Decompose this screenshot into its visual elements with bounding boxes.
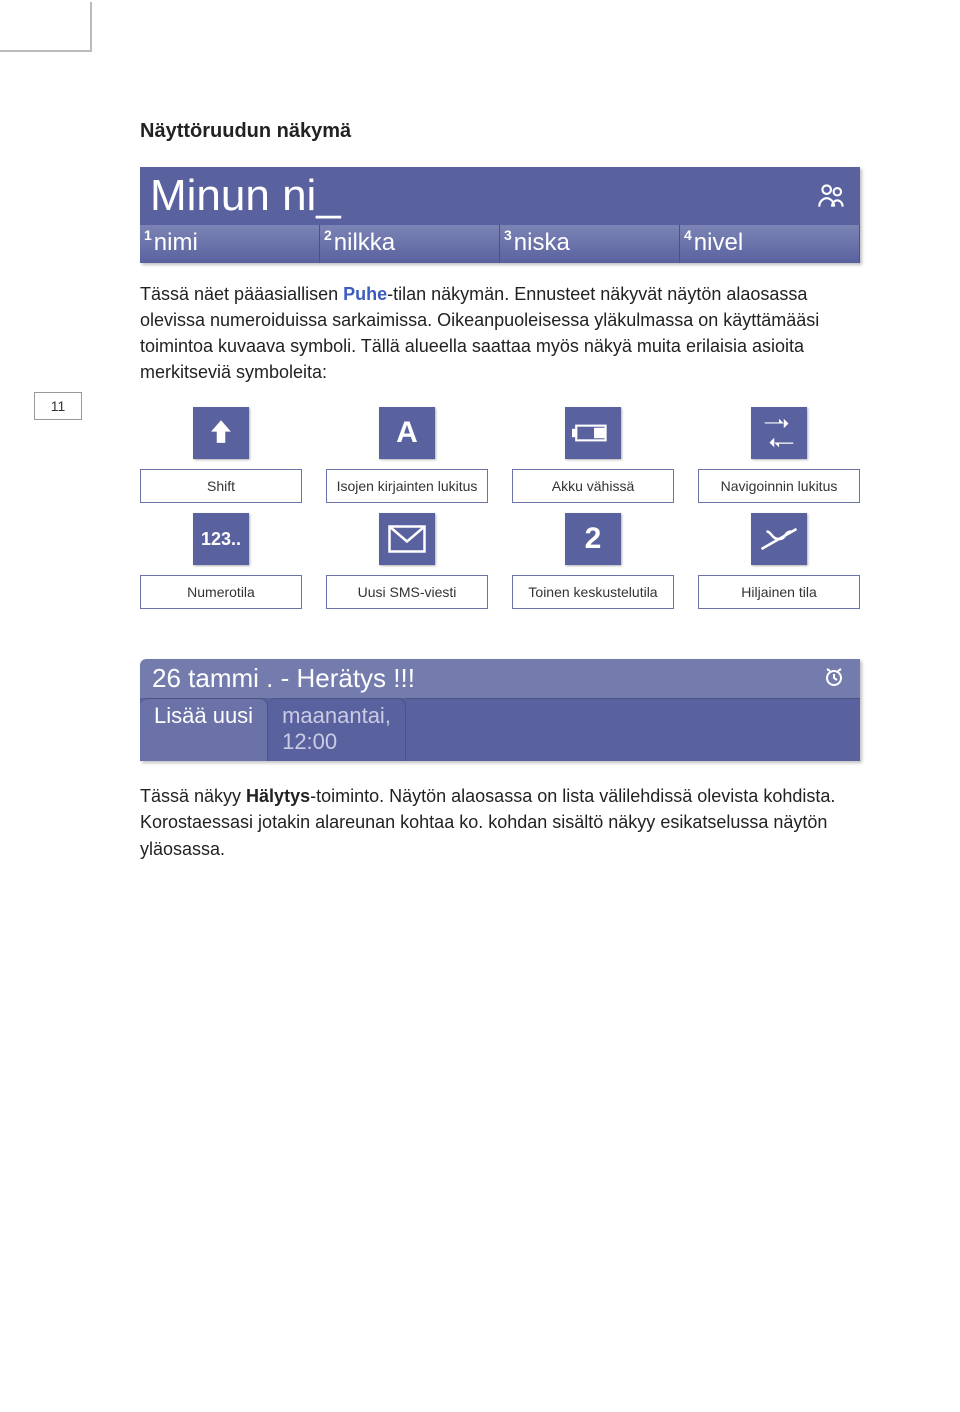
silent-icon [751, 513, 807, 565]
cell-shift [140, 407, 302, 459]
screen2-tab-spacer [406, 698, 860, 761]
screen2-title: 26 tammi . - Herätys !!! [150, 661, 417, 696]
content-area: Näyttöruudun näkymä Minun ni_ 1nimi 2nil… [140, 120, 860, 862]
screen1-tab-1: 1nimi [140, 225, 320, 263]
people-icon [812, 176, 852, 216]
nav-lock-icon [751, 407, 807, 459]
shift-icon [193, 407, 249, 459]
cell-battery [512, 407, 674, 459]
screen2-tab-monday: maanantai, 12:00 [268, 698, 406, 761]
screen1-titlebar: Minun ni_ [140, 167, 860, 225]
cell-silent [698, 513, 860, 565]
screen2-titlebar: 26 tammi . - Herätys !!! [140, 659, 860, 698]
cell-navlock [698, 407, 860, 459]
alarm-clock-icon [822, 665, 850, 693]
screen-preview-alarm: 26 tammi . - Herätys !!! Lisää uusi maan… [140, 659, 860, 761]
label-battery: Akku vähissä [512, 469, 674, 503]
screen1-tab-3: 3niska [500, 225, 680, 263]
label-shift: Shift [140, 469, 302, 503]
screen1-title: Minun ni_ [148, 167, 343, 225]
screen1-tab-4: 4nivel [680, 225, 860, 263]
screen1-tab-2: 2nilkka [320, 225, 500, 263]
paragraph-2: Tässä näkyy Hälytys-toiminto. Näytön ala… [140, 783, 860, 861]
halytys-keyword: Hälytys [246, 786, 310, 806]
icon-legend-grid: A Shift Isoje [140, 407, 860, 609]
label-sms: Uusi SMS-viesti [326, 575, 488, 609]
manual-page: 11 Näyttöruudun näkymä Minun ni_ 1nimi 2… [0, 0, 960, 1412]
label-numbers: Numerotila [140, 575, 302, 609]
sms-icon [379, 513, 435, 565]
numbers-icon: 123.. [193, 513, 249, 565]
cell-capslock: A [326, 407, 488, 459]
second-convo-icon: 2 [565, 513, 621, 565]
paragraph-1: Tässä näet pääasiallisen Puhe-tilan näky… [140, 281, 860, 385]
cell-sms [326, 513, 488, 565]
screen-preview-puhe: Minun ni_ 1nimi 2nilkka 3niska 4nivel [140, 167, 860, 263]
cell-numbers: 123.. [140, 513, 302, 565]
cell-second-convo: 2 [512, 513, 674, 565]
screen2-tab-add: Lisää uusi [140, 698, 268, 761]
label-capslock: Isojen kirjainten lukitus [326, 469, 488, 503]
screen2-tabs: Lisää uusi maanantai, 12:00 [140, 698, 860, 761]
battery-low-icon [565, 407, 621, 459]
label-silent: Hiljainen tila [698, 575, 860, 609]
label-navlock: Navigoinnin lukitus [698, 469, 860, 503]
screen1-tabs: 1nimi 2nilkka 3niska 4nivel [140, 225, 860, 263]
page-number: 11 [34, 392, 82, 420]
crop-marks [0, 50, 90, 110]
section-heading: Näyttöruudun näkymä [140, 120, 860, 143]
capslock-icon: A [379, 407, 435, 459]
puhe-keyword: Puhe [343, 284, 387, 304]
label-second-convo: Toinen keskustelutila [512, 575, 674, 609]
